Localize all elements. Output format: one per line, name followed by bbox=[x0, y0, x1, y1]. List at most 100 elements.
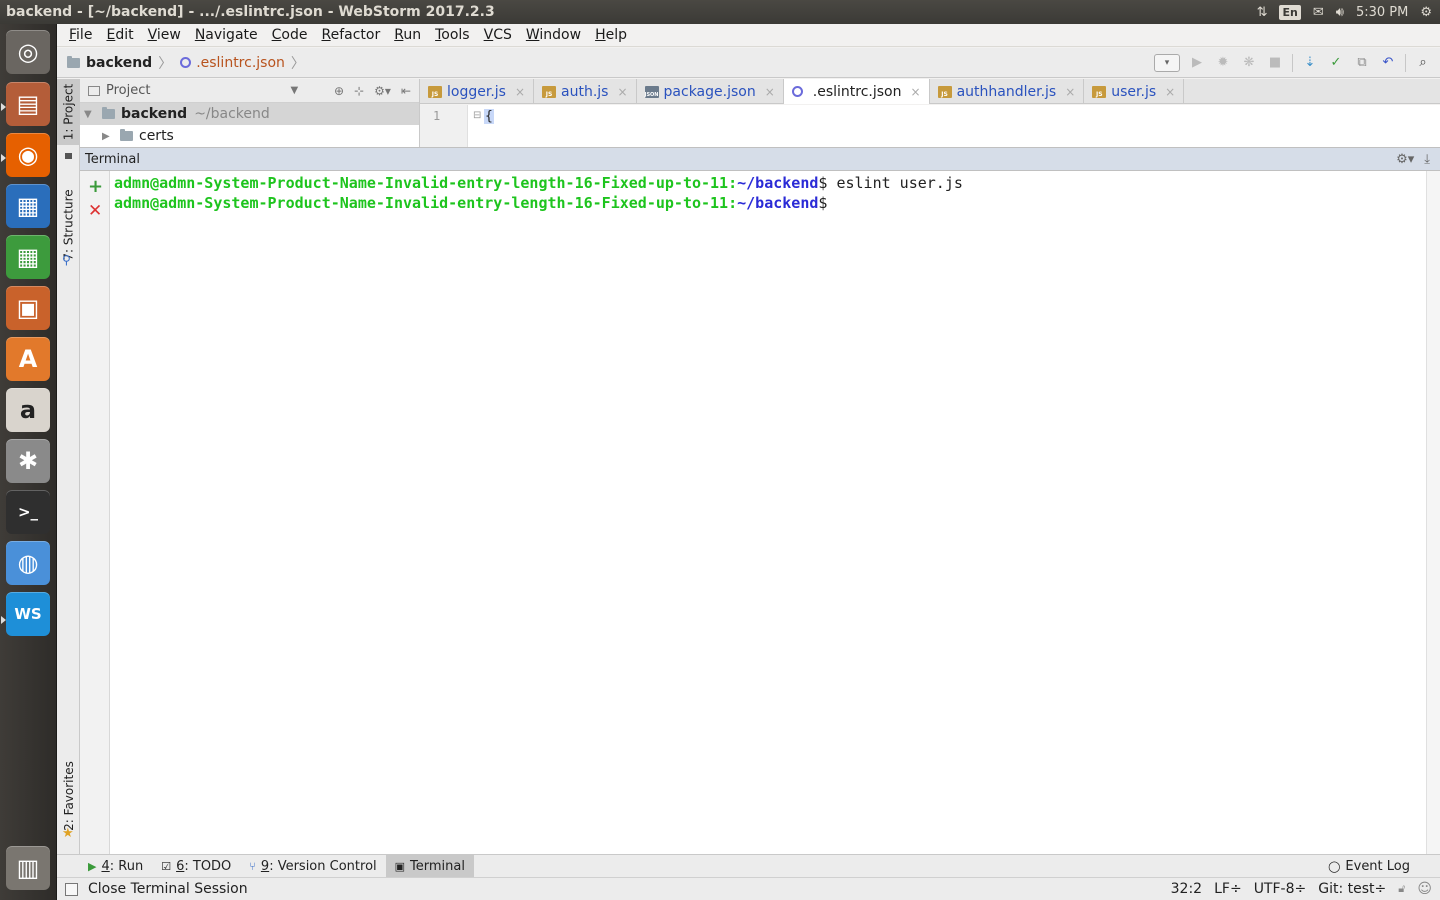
launcher-chrome[interactable]: ◍ bbox=[6, 541, 50, 585]
collapse-icon[interactable]: ⊹ bbox=[354, 84, 364, 98]
tab-run[interactable]: ▶ 4: Run bbox=[79, 855, 152, 878]
terminal-scrollbar[interactable] bbox=[1426, 171, 1440, 854]
search-everywhere-icon[interactable]: ⌕ bbox=[1414, 54, 1432, 72]
menu-edit[interactable]: Edit bbox=[99, 27, 140, 43]
file-encoding[interactable]: UTF-8÷ bbox=[1254, 881, 1307, 897]
menu-navigate[interactable]: Navigate bbox=[188, 27, 265, 43]
locate-icon[interactable]: ⊕ bbox=[334, 84, 344, 98]
menu-vcs[interactable]: VCS bbox=[477, 27, 519, 43]
project-view-icon bbox=[88, 85, 100, 96]
close-icon[interactable]: × bbox=[515, 85, 525, 99]
caret-position[interactable]: 32:2 bbox=[1171, 881, 1202, 897]
terminal-separator: : bbox=[728, 174, 738, 192]
git-branch[interactable]: Git: test÷ bbox=[1318, 881, 1386, 897]
menu-help[interactable]: Help bbox=[588, 27, 634, 43]
project-view-label[interactable]: Project bbox=[106, 83, 150, 98]
files-icon: ▤ bbox=[16, 90, 40, 118]
tab-auth-js[interactable]: JS auth.js × bbox=[534, 79, 637, 104]
close-session-icon[interactable]: ✕ bbox=[88, 201, 102, 221]
tree-item-path: ~/backend bbox=[194, 106, 270, 122]
chevron-down-icon[interactable]: ▼ bbox=[290, 85, 298, 96]
menu-file[interactable]: File bbox=[62, 27, 99, 43]
volume-icon[interactable]: 🔊︎ bbox=[1336, 5, 1344, 20]
terminal-sidebar: + ✕ bbox=[80, 171, 110, 854]
launcher-webstorm[interactable]: WS bbox=[6, 592, 50, 636]
launcher-libreoffice-impress[interactable]: ▣ bbox=[6, 286, 50, 330]
tab-package-json[interactable]: JSON package.json × bbox=[637, 79, 784, 104]
keyboard-layout-icon[interactable]: En bbox=[1279, 4, 1301, 20]
expand-arrow-icon[interactable]: ▼ bbox=[84, 109, 96, 120]
vcs-revert-icon[interactable]: ↶ bbox=[1379, 54, 1397, 72]
inspector-icon[interactable]: ☺ bbox=[1417, 881, 1432, 897]
vcs-compare-icon[interactable]: ⧉ bbox=[1353, 54, 1371, 72]
tab-eslintrc-json[interactable]: .eslintrc.json × bbox=[783, 79, 930, 104]
code-line[interactable]: { bbox=[484, 109, 494, 124]
menu-refactor[interactable]: Refactor bbox=[314, 27, 387, 43]
menu-run[interactable]: Run bbox=[387, 27, 428, 43]
close-icon[interactable]: × bbox=[911, 85, 921, 99]
lock-icon[interactable]: 🔓︎ bbox=[1398, 882, 1405, 896]
tab-user-js[interactable]: JS user.js × bbox=[1084, 79, 1185, 104]
collapse-arrow-icon[interactable]: ▶ bbox=[102, 131, 114, 142]
tab-project[interactable]: 1: Project bbox=[57, 79, 80, 145]
launcher-libreoffice-writer[interactable]: ▦ bbox=[6, 184, 50, 228]
coverage-icon[interactable]: ❋ bbox=[1240, 54, 1258, 72]
menu-view[interactable]: View bbox=[141, 27, 188, 43]
terminal-path: ~/backend bbox=[737, 174, 819, 192]
launcher-ubuntu-dash[interactable]: ◎ bbox=[6, 30, 50, 74]
window-title: backend - [~/backend] - .../.eslintrc.js… bbox=[6, 4, 495, 20]
tab-terminal[interactable]: ▣ Terminal bbox=[385, 854, 474, 878]
tab-version-control[interactable]: ⑂ 9: Version Control bbox=[240, 855, 385, 878]
network-icon[interactable]: ⇅ bbox=[1257, 5, 1268, 20]
launcher-amazon[interactable]: a bbox=[6, 388, 50, 432]
vcs-update-icon[interactable]: ⇣ bbox=[1301, 54, 1319, 72]
terminal-output[interactable]: admn@admn-System-Product-Name-Invalid-en… bbox=[110, 171, 1426, 854]
menu-window[interactable]: Window bbox=[519, 27, 588, 43]
close-icon[interactable]: × bbox=[1065, 85, 1075, 99]
launcher-software-center[interactable]: A bbox=[6, 337, 50, 381]
launcher-firefox[interactable]: ◉ bbox=[6, 133, 50, 177]
tab-vc-label: 9: Version Control bbox=[260, 858, 377, 874]
new-session-icon[interactable]: + bbox=[88, 176, 103, 197]
gear-icon[interactable]: ⚙▾ bbox=[374, 84, 391, 98]
terminal-header: Terminal ⚙▾ ⤓ bbox=[80, 147, 1440, 171]
tab-todo[interactable]: ☑ 6: TODO bbox=[152, 855, 240, 878]
tab-favorites-label: 2: Favorites bbox=[61, 761, 76, 831]
run-config-dropdown[interactable]: ▾ bbox=[1154, 53, 1180, 72]
launcher-libreoffice-calc[interactable]: ▦ bbox=[6, 235, 50, 279]
hide-panel-icon[interactable]: ⤓ bbox=[1424, 152, 1430, 167]
event-log-icon: ◯ bbox=[1328, 859, 1341, 873]
tab-authhandler-js[interactable]: JS authhandler.js × bbox=[930, 79, 1085, 104]
debug-icon[interactable]: ✹ bbox=[1214, 54, 1232, 72]
tree-item-label: backend bbox=[121, 106, 188, 122]
launcher-trash[interactable]: ▥ bbox=[6, 846, 50, 890]
launcher-terminal[interactable]: >_ bbox=[6, 490, 50, 534]
code-editor[interactable]: 1 ⊟ { bbox=[420, 105, 1440, 147]
close-icon[interactable]: × bbox=[765, 85, 775, 99]
run-icon[interactable]: ▶ bbox=[1188, 54, 1206, 72]
tab-event-log[interactable]: ◯ Event Log bbox=[1319, 855, 1440, 878]
tree-item-certs[interactable]: ▶ certs bbox=[80, 125, 419, 147]
launcher-files[interactable]: ▤ bbox=[6, 82, 50, 126]
menu-code[interactable]: Code bbox=[265, 27, 315, 43]
close-icon[interactable]: × bbox=[1165, 85, 1175, 99]
run-icon: ▶ bbox=[88, 859, 97, 873]
stop-icon[interactable]: ■ bbox=[1266, 54, 1284, 72]
line-separator[interactable]: LF÷ bbox=[1214, 881, 1242, 897]
launcher-system-settings[interactable]: ✱ bbox=[6, 439, 50, 483]
clock[interactable]: 5:30 PM bbox=[1356, 5, 1408, 20]
tab-logger-js[interactable]: JS logger.js × bbox=[420, 79, 535, 104]
settings-gear-icon[interactable]: ⚙ bbox=[1420, 5, 1432, 20]
close-icon[interactable]: × bbox=[617, 85, 627, 99]
menu-tools[interactable]: Tools bbox=[428, 27, 477, 43]
breadcrumb-file[interactable]: .eslintrc.json 〉 bbox=[178, 53, 311, 73]
tree-item-backend[interactable]: ▼ backend ~/backend bbox=[80, 103, 419, 125]
tool-windows-toggle-icon[interactable] bbox=[65, 882, 78, 896]
breadcrumb-project[interactable]: backend 〉 bbox=[57, 53, 178, 73]
fold-icon[interactable]: ⊟ bbox=[473, 110, 481, 121]
vcs-commit-icon[interactable]: ✓ bbox=[1327, 54, 1345, 72]
gear-icon[interactable]: ⚙▾ bbox=[1396, 152, 1414, 167]
mail-icon[interactable]: ✉ bbox=[1313, 5, 1324, 20]
tab-event-log-label: Event Log bbox=[1345, 858, 1410, 874]
hide-icon[interactable]: ⇤ bbox=[401, 84, 411, 98]
